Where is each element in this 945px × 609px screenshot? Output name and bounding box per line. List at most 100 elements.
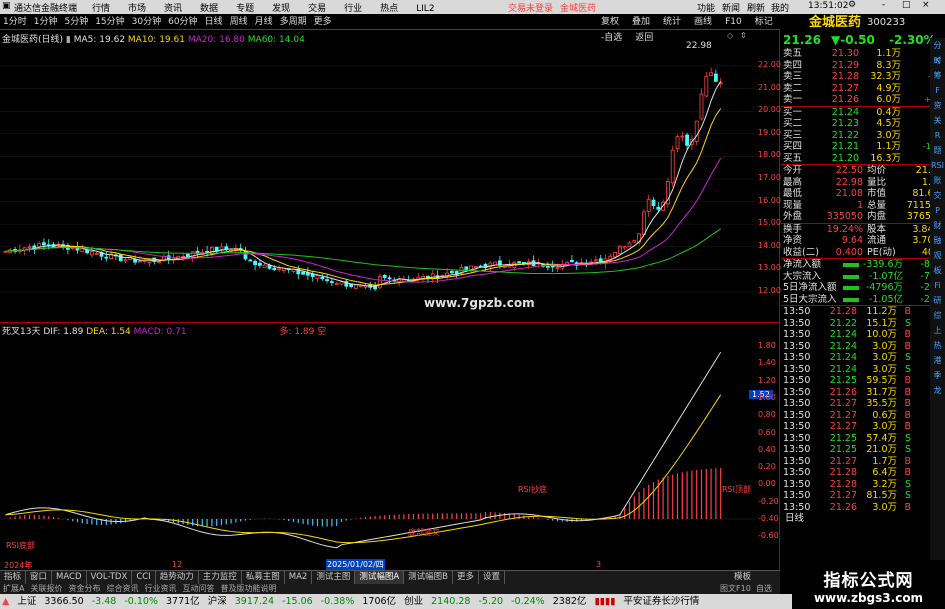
- tab-window[interactable]: 窗口: [26, 571, 53, 584]
- function-button[interactable]: 功能: [697, 1, 715, 14]
- ask-row[interactable]: 卖四 21.29 8.3万: [781, 60, 945, 72]
- tab-vol[interactable]: VOL-TDX: [87, 571, 133, 584]
- mine-button[interactable]: 我的: [771, 1, 789, 14]
- menu-item-l2[interactable]: LIL2: [416, 4, 434, 14]
- panel-tab-day[interactable]: 日线: [785, 513, 804, 525]
- cy-label[interactable]: 创业: [404, 596, 423, 607]
- period-60min[interactable]: 60分钟: [168, 15, 197, 30]
- tab-ext-a[interactable]: 扩展A: [0, 584, 27, 594]
- tab-ma2[interactable]: MA2: [285, 571, 313, 584]
- side-tab[interactable]: 观: [930, 248, 945, 263]
- bid-price[interactable]: 21.20: [813, 153, 859, 165]
- close-button[interactable]: ×: [922, 0, 930, 10]
- ask-row[interactable]: 卖一 21.26 6.0万 +25: [781, 94, 945, 106]
- side-tab[interactable]: 季: [930, 368, 945, 383]
- side-tab[interactable]: 板: [930, 263, 945, 278]
- bid-row[interactable]: 买二 21.23 4.5万: [781, 118, 945, 130]
- side-tab[interactable]: 龙: [930, 383, 945, 398]
- side-tab[interactable]: 分时: [930, 38, 945, 65]
- kline-chart[interactable]: 金城医药(日线) ▮ MA5: 19.62 MA10: 19.61 MA20: …: [0, 30, 781, 322]
- bid-price[interactable]: 21.22: [813, 130, 859, 142]
- chart-expand-icon[interactable]: ◇: [727, 31, 733, 40]
- period-multi[interactable]: 多周期: [280, 15, 307, 30]
- sh-label[interactable]: 上证: [17, 596, 36, 607]
- tab-industry-news[interactable]: 行业资讯: [141, 584, 179, 594]
- tab-test-main[interactable]: 测试主图: [312, 571, 356, 584]
- tab-test-b[interactable]: 测试幅图B: [404, 571, 453, 584]
- hs-label[interactable]: 沪深: [208, 596, 227, 607]
- stats-button[interactable]: 统计: [663, 15, 681, 30]
- bid-price[interactable]: 21.21: [813, 141, 859, 153]
- tab-test-a[interactable]: 测试幅图A: [355, 571, 405, 584]
- overlay-button[interactable]: 叠加: [632, 15, 650, 30]
- ask-price[interactable]: 21.30: [813, 48, 859, 60]
- menu-item-market[interactable]: 市场: [128, 1, 146, 14]
- ask-price[interactable]: 21.26: [813, 94, 859, 106]
- refresh-button[interactable]: 刷新: [747, 1, 765, 14]
- side-tab[interactable]: 账: [930, 173, 945, 188]
- tab-funds[interactable]: 资金分布: [65, 584, 103, 594]
- tab-settings[interactable]: 设置: [479, 571, 506, 584]
- side-tab[interactable]: 融: [930, 233, 945, 248]
- menu-item-data[interactable]: 数据: [200, 1, 218, 14]
- tab-trend[interactable]: 趋势动力: [156, 571, 199, 584]
- draw-button[interactable]: 画线: [694, 15, 712, 30]
- ask-row[interactable]: 卖二 21.27 4.9万: [781, 83, 945, 95]
- tab-qa[interactable]: 互动问答: [179, 584, 217, 594]
- trade-status[interactable]: 交易未登录: [508, 1, 553, 14]
- tab-help[interactable]: 普及版功能说明: [217, 584, 279, 594]
- stock-tag[interactable]: 金城医药: [560, 1, 596, 14]
- ask-price[interactable]: 21.29: [813, 60, 859, 72]
- period-week[interactable]: 周线: [230, 15, 248, 30]
- tab-private[interactable]: 私募主图: [242, 571, 285, 584]
- side-tab[interactable]: F: [930, 83, 945, 98]
- tab-more[interactable]: 更多: [453, 571, 480, 584]
- side-tab[interactable]: 资: [930, 98, 945, 113]
- tab-cci[interactable]: CCI: [132, 571, 156, 584]
- tab-general-news[interactable]: 综合资讯: [103, 584, 141, 594]
- side-tab[interactable]: 财: [930, 218, 945, 233]
- news-button[interactable]: 新闻: [722, 1, 740, 14]
- side-tab[interactable]: 研: [930, 293, 945, 308]
- menu-item-news[interactable]: 资讯: [164, 1, 182, 14]
- chart-scroll-icon[interactable]: ⇕: [740, 31, 747, 40]
- ask-row[interactable]: 卖三 21.28 32.3万 -10: [781, 71, 945, 83]
- fuquan-button[interactable]: 复权: [601, 15, 619, 30]
- side-tab[interactable]: K: [930, 53, 945, 68]
- side-tab[interactable]: Fi: [930, 278, 945, 293]
- f10-button[interactable]: F10: [725, 15, 742, 30]
- menu-item-industry[interactable]: 行业: [344, 1, 362, 14]
- template-button[interactable]: 模板: [730, 571, 755, 584]
- ask-price[interactable]: 21.28: [813, 71, 859, 83]
- period-1min[interactable]: 1分钟: [34, 15, 58, 30]
- period-1min-ts[interactable]: 1分时: [3, 15, 27, 30]
- bid-row[interactable]: 买三 21.22 3.0万: [781, 130, 945, 142]
- bid-row[interactable]: 买四 21.21 1.1万 -116: [781, 141, 945, 153]
- period-more[interactable]: 更多: [314, 15, 332, 30]
- minimize-button[interactable]: -: [882, 0, 885, 10]
- tab-macd[interactable]: MACD: [52, 571, 87, 584]
- side-tab[interactable]: P: [930, 203, 945, 218]
- menu-item-discover[interactable]: 发现: [272, 1, 290, 14]
- side-tab[interactable]: RSI: [930, 158, 945, 173]
- period-15min[interactable]: 15分钟: [95, 15, 124, 30]
- indicator-chart[interactable]: 死叉13天 DIF: 1.89 DEA: 1.54 MACD: 0.71 多: …: [0, 322, 780, 570]
- watchlist-tab[interactable]: 自选: [753, 584, 775, 594]
- side-tab[interactable]: 热: [930, 338, 945, 353]
- bid-row[interactable]: 买一 21.24 0.4万: [781, 107, 945, 119]
- tab-main-monitor[interactable]: 主力监控: [199, 571, 242, 584]
- period-month[interactable]: 月线: [255, 15, 273, 30]
- period-5min[interactable]: 5分钟: [64, 15, 88, 30]
- settings-icon[interactable]: ⚙: [848, 0, 856, 10]
- mark-button[interactable]: 标记: [755, 15, 773, 30]
- tab-related[interactable]: 关联报价: [27, 584, 65, 594]
- side-tab[interactable]: 题: [930, 143, 945, 158]
- side-tab[interactable]: 关: [930, 113, 945, 128]
- menu-item-hot[interactable]: 热点: [380, 1, 398, 14]
- menu-item-quote[interactable]: 行情: [92, 1, 110, 14]
- side-tab[interactable]: 上: [930, 323, 945, 338]
- ask-price[interactable]: 21.27: [813, 83, 859, 95]
- period-day[interactable]: 日线: [205, 15, 223, 30]
- side-tab[interactable]: 港: [930, 353, 945, 368]
- tab-indicator[interactable]: 指标: [0, 571, 27, 584]
